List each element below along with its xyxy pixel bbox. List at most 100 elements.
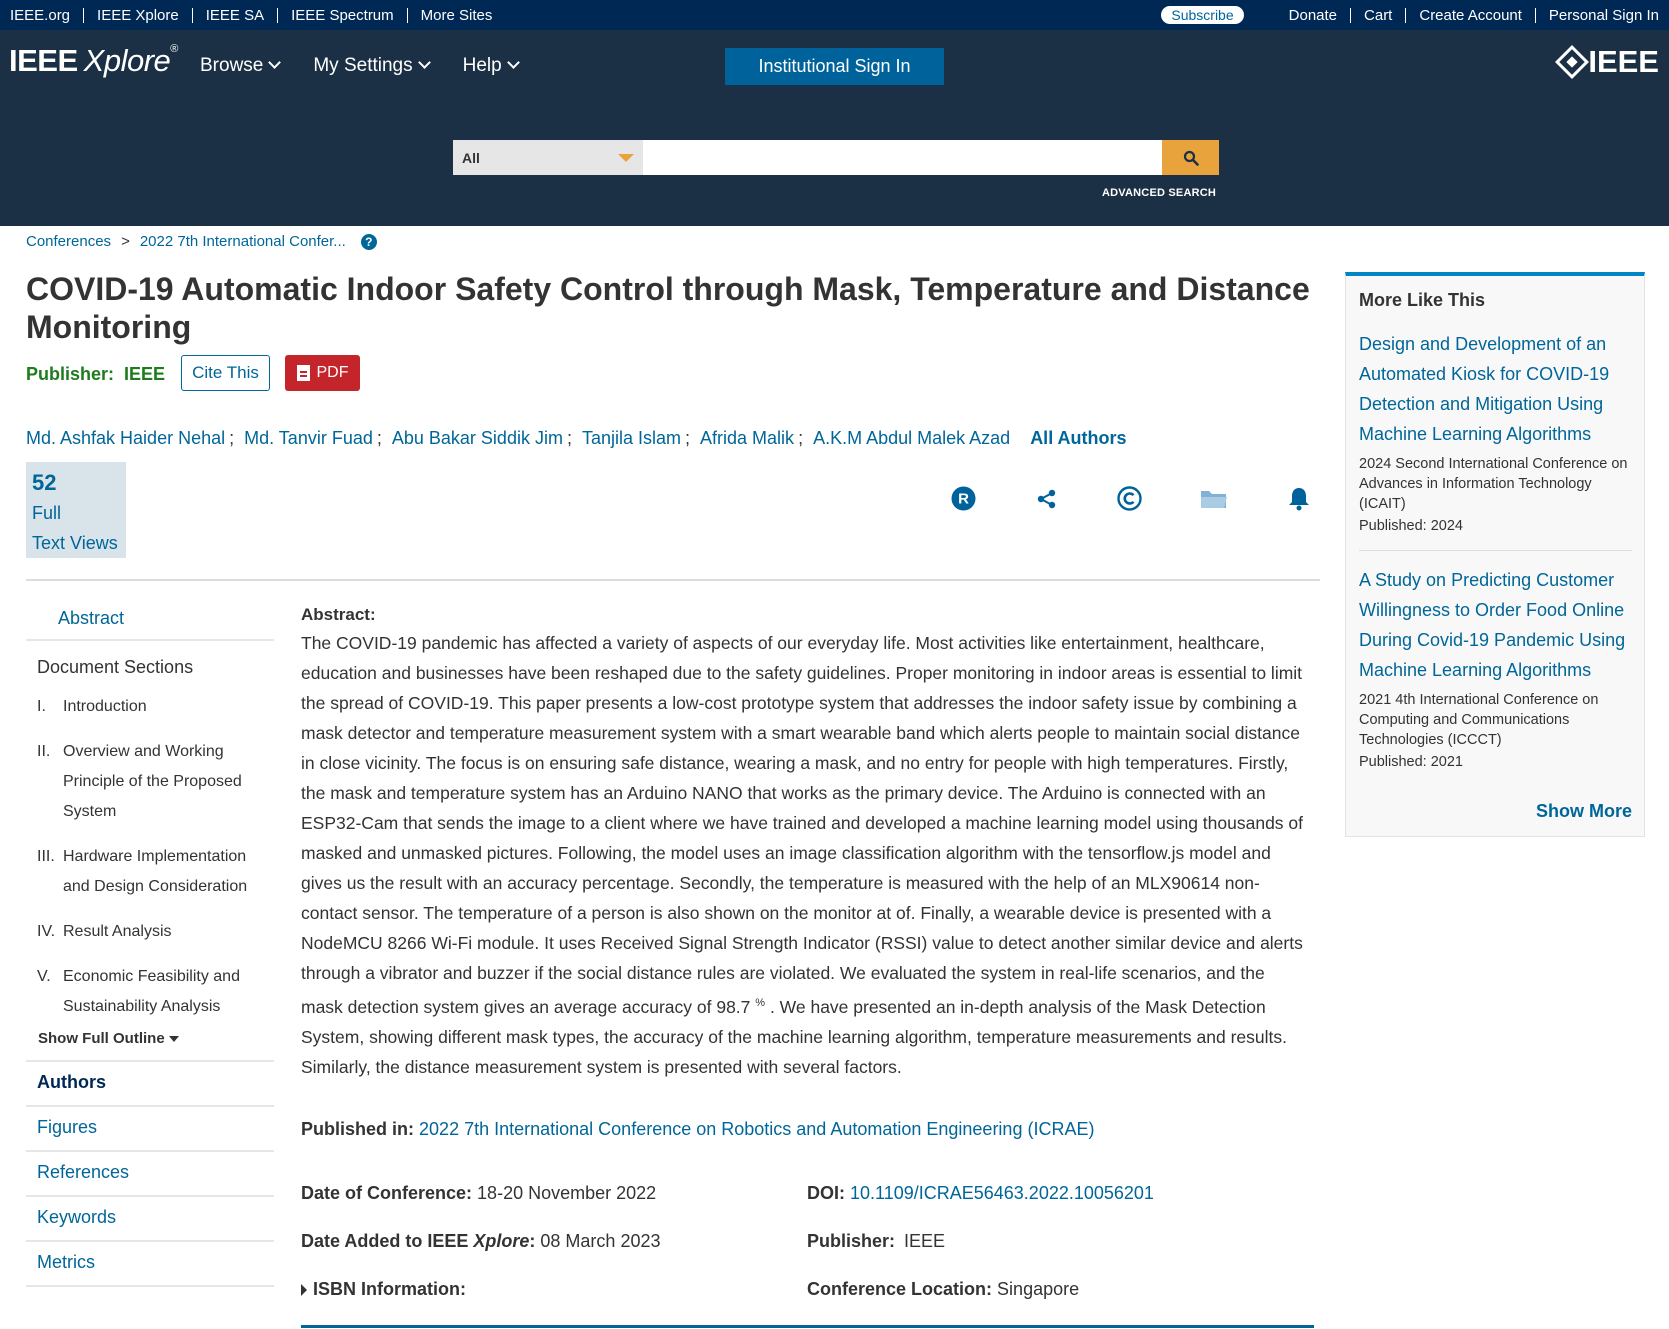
author-link[interactable]: Abu Bakar Siddik Jim (392, 428, 563, 449)
pdf-label: PDF (316, 364, 349, 381)
ieee-xplore-link-text: IEEE Xplore (97, 6, 179, 24)
date-added-value: 08 March 2023 (540, 1231, 661, 1251)
breadcrumb-conference[interactable]: 2022 7th International Confer... (140, 233, 346, 250)
search-scope-value: All (462, 149, 480, 166)
section-link[interactable]: IV. Result Analysis (26, 917, 274, 947)
ieee-xplore-link[interactable]: IEEE Xplore (84, 6, 193, 24)
isbn-label: ISBN Information: (313, 1279, 466, 1299)
search-button[interactable] (1162, 140, 1219, 175)
rights-icon[interactable]: R (951, 486, 976, 511)
isbn-information-toggle[interactable]: ISBN Information: (301, 1279, 466, 1300)
publisher-detail: Publisher: IEEE (807, 1231, 945, 1252)
section-number: II. (37, 743, 51, 760)
abstract-section: Abstract: The COVID-19 pandemic has affe… (301, 605, 1311, 1082)
utility-bar: IEEE.org IEEE Xplore IEEE SA IEEE Spectr… (0, 0, 1669, 30)
ieee-brand-text: IEEE (1588, 44, 1659, 79)
logo-ieee-text: IEEE (9, 43, 78, 78)
institutional-sign-in-button[interactable]: Institutional Sign In (725, 48, 944, 85)
help-icon[interactable]: ? (360, 233, 377, 250)
breadcrumb-conferences[interactable]: Conferences (26, 233, 111, 250)
date-added: Date Added to IEEE Xplore: 08 March 2023 (301, 1231, 660, 1252)
account-links: Subscribe Donate Cart Create Account Per… (1161, 6, 1659, 24)
search-scope-select[interactable]: All (453, 140, 643, 175)
nav-browse[interactable]: Browse (200, 55, 282, 77)
cite-this-button[interactable]: Cite This (181, 355, 270, 391)
ieee-sa-link[interactable]: IEEE SA (193, 7, 279, 23)
related-article-published: Published: 2021 (1359, 754, 1463, 770)
section-link[interactable]: I. Introduction (26, 692, 274, 722)
nav-help[interactable]: Help (462, 55, 520, 77)
author-separator: ; (685, 428, 691, 448)
share-icon[interactable] (1034, 486, 1059, 511)
donate-link[interactable]: Donate (1276, 7, 1352, 23)
related-article-title[interactable]: A Study on Predicting Customer Willingne… (1359, 565, 1632, 685)
date-added-label-text: Date Added to IEEE (301, 1231, 469, 1251)
section-number: IV. (37, 923, 56, 940)
advanced-search-link[interactable]: ADVANCED SEARCH (1102, 187, 1216, 199)
pdf-button[interactable]: PDF (285, 355, 360, 391)
publisher-value: IEEE (124, 364, 166, 384)
section-link[interactable]: V. Economic Feasibility and Sustainabili… (26, 962, 274, 1022)
nav-references[interactable]: References (26, 1152, 274, 1197)
nav-browse-label: Browse (200, 55, 264, 76)
published-in-link[interactable]: 2022 7th International Conference on Rob… (419, 1119, 1094, 1139)
search-bar: All (453, 140, 1219, 175)
date-added-label-colon: : (529, 1231, 536, 1251)
show-more-link[interactable]: Show More (1536, 801, 1632, 822)
section-link[interactable]: II. Overview and Working Principle of th… (26, 737, 274, 827)
related-article-title[interactable]: Design and Development of an Automated K… (1359, 329, 1632, 449)
personal-sign-in-link[interactable]: Personal Sign In (1536, 8, 1659, 23)
logo-registered-mark: ® (170, 43, 178, 55)
article-tools: R (951, 486, 1311, 511)
cart-link[interactable]: Cart (1351, 7, 1407, 23)
pdf-icon (296, 365, 310, 381)
search-input[interactable] (643, 140, 1162, 175)
related-article: A Study on Predicting Customer Willingne… (1359, 565, 1632, 770)
section-label: Result Analysis (63, 923, 172, 940)
create-account-link[interactable]: Create Account (1406, 7, 1536, 23)
author-link[interactable]: Tanjila Islam (582, 428, 681, 449)
section-label: Economic Feasibility and Sustainability … (63, 968, 240, 1015)
divider (1359, 550, 1632, 551)
publisher-detail-value: IEEE (904, 1231, 946, 1251)
date-of-conference-label: Date of Conference: (301, 1183, 473, 1203)
alert-bell-icon[interactable] (1286, 486, 1311, 511)
nav-abstract[interactable]: Abstract (26, 600, 274, 641)
ieee-org-link[interactable]: IEEE.org (10, 7, 85, 23)
chevron-down-icon (417, 56, 431, 69)
nav-figures[interactable]: Figures (26, 1107, 274, 1152)
ieee-brand-logo[interactable]: IEEE (1555, 44, 1659, 80)
date-of-conference: Date of Conference: 18-20 November 2022 (301, 1183, 656, 1204)
author-link[interactable]: Afrida Malik (700, 428, 794, 449)
show-full-outline-toggle[interactable]: Show Full Outline (26, 1022, 274, 1062)
all-authors-link[interactable]: All Authors (1030, 428, 1126, 449)
ieee-spectrum-link[interactable]: IEEE Spectrum (278, 7, 408, 23)
nav-authors[interactable]: Authors (26, 1062, 274, 1107)
conference-location-label: Conference Location: (807, 1279, 993, 1299)
doi-link[interactable]: 10.1109/ICRAE56463.2022.10056201 (850, 1183, 1154, 1203)
nav-help-label: Help (462, 55, 502, 76)
full-text-views-metric[interactable]: 52 Full Text Views (26, 462, 126, 558)
author-link[interactable]: Md. Ashfak Haider Nehal (26, 428, 225, 449)
nav-my-settings[interactable]: My Settings (313, 55, 431, 77)
section-label: Overview and Working Principle of the Pr… (63, 743, 242, 820)
breadcrumb-separator: > (121, 233, 130, 250)
rights-letter: R (958, 491, 969, 508)
nav-keywords[interactable]: Keywords (26, 1197, 274, 1242)
search-icon (1183, 150, 1199, 166)
show-full-outline-label: Show Full Outline (38, 1030, 165, 1047)
abstract-text: The COVID-19 pandemic has affected a var… (301, 628, 1311, 1082)
folder-icon[interactable] (1200, 486, 1228, 511)
author-link[interactable]: Md. Tanvir Fuad (244, 428, 373, 449)
section-link[interactable]: III. Hardware Implementation and Design … (26, 842, 274, 902)
author-link[interactable]: A.K.M Abdul Malek Azad (813, 428, 1010, 449)
subscribe-button[interactable]: Subscribe (1161, 6, 1244, 24)
copyright-icon[interactable] (1117, 486, 1142, 511)
section-label: Hardware Implementation and Design Consi… (63, 848, 248, 895)
ieee-xplore-logo[interactable]: IEEE Xplore® (9, 43, 178, 79)
section-number: I. (37, 698, 46, 715)
more-sites-link[interactable]: More Sites (408, 8, 493, 23)
nav-metrics[interactable]: Metrics (26, 1242, 274, 1287)
chevron-down-icon (506, 56, 520, 69)
date-added-label: Date Added to IEEE Xplore: (301, 1231, 535, 1251)
